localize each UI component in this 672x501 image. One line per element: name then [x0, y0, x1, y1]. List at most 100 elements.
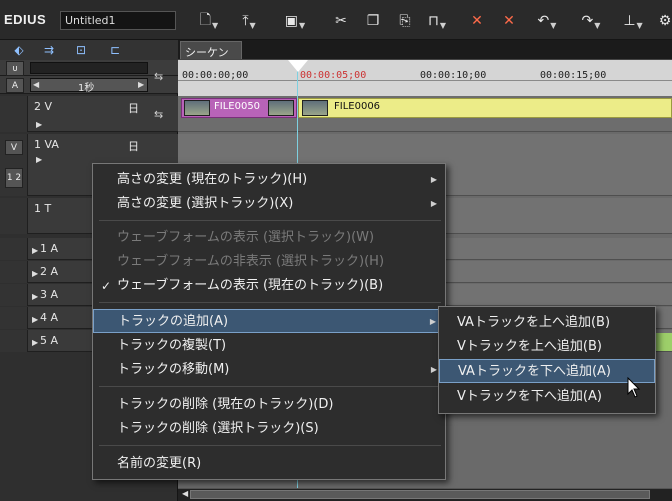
submenu-add-va-below[interactable]: VAトラックを下へ追加(A)	[439, 359, 655, 383]
track-2a-name: 2 A	[40, 265, 59, 278]
menu-rename[interactable]: 名前の変更(R)	[93, 452, 445, 476]
submenu-arrow-icon: ▶	[430, 175, 437, 184]
track-2v-name: 2 V	[34, 100, 53, 113]
track-3a-side	[0, 284, 28, 306]
add-track-submenu: VAトラックを上へ追加(B) Vトラックを上へ追加(B) VAトラックを下へ追加…	[438, 306, 656, 414]
group-icon[interactable]: ⊏	[104, 42, 126, 58]
open-icon[interactable]: ⤒ ▼	[236, 10, 262, 32]
submenu-add-v-below[interactable]: Vトラックを下へ追加(A)	[439, 385, 655, 409]
delete-out-icon[interactable]: ✕	[496, 10, 522, 32]
paste-icon[interactable]: ⎘	[392, 10, 418, 32]
app-logo: EDIUS	[4, 12, 47, 27]
menu-delete-current-label: トラックの削除 (現在のトラック)(D)	[117, 397, 334, 412]
clip-1-thumb-in	[184, 100, 210, 116]
menu-separator	[99, 302, 441, 303]
track-1a-expand-icon[interactable]: ▶	[32, 246, 38, 255]
clip-2-name: FILE0006	[334, 101, 381, 112]
track-5a-side	[0, 330, 28, 352]
menu-delete-selected-label: トラックの削除 (選択トラック)(S)	[117, 421, 319, 436]
track-2v-expand-icon[interactable]: ▶	[36, 120, 42, 129]
menu-rename-label: 名前の変更(R)	[117, 456, 202, 471]
v-lock-icon[interactable]: ᴜ	[6, 61, 24, 76]
menu-waveform-show-current[interactable]: ✓ ウェーブフォームの表示 (現在のトラック)(B)	[93, 274, 445, 298]
menu-waveform-show-current-label: ウェーブフォームの表示 (現在のトラック)(B)	[117, 278, 384, 293]
redo-icon[interactable]: ↷ ▼	[578, 10, 604, 32]
submenu-arrow-icon: ▶	[429, 317, 436, 326]
track-1va-name: 1 VA	[34, 138, 59, 151]
submenu-add-va-below-label: VAトラックを下へ追加(A)	[458, 364, 611, 379]
menu-delete-current[interactable]: トラックの削除 (現在のトラック)(D)	[93, 393, 445, 417]
menu-waveform-hide-selected-label: ウェーブフォームの非表示 (選択トラック)(H)	[117, 254, 385, 269]
track-1va-a-icon[interactable]: 1 2	[5, 168, 23, 188]
track-context-menu: 高さの変更 (現在のトラック)(H) ▶ 高さの変更 (選択トラック)(X) ▶…	[92, 163, 446, 480]
track-1a-name: 1 A	[40, 242, 59, 255]
marker-icon[interactable]: ⊥ ▼	[620, 10, 646, 32]
undo-icon[interactable]: ↶ ▼	[534, 10, 560, 32]
save-icon[interactable]: ▣ ▼	[282, 10, 308, 32]
zoom-label: 1秒	[78, 83, 95, 94]
sync-lock-icon[interactable]: ⬖	[8, 42, 30, 58]
menu-height-current-label: 高さの変更 (現在のトラック)(H)	[117, 172, 308, 187]
track-2v-swap-icon[interactable]: ⇆	[154, 108, 163, 121]
menu-separator	[99, 386, 441, 387]
swap-icon[interactable]: ⇆	[154, 70, 163, 83]
delete-in-icon[interactable]: ✕	[464, 10, 490, 32]
track-3a-expand-icon[interactable]: ▶	[32, 292, 38, 301]
clip-2-thumb-in	[302, 100, 328, 116]
sequence-tab-bar	[178, 40, 672, 60]
track-3a-name: 3 A	[40, 288, 59, 301]
submenu-add-v-below-label: Vトラックを下へ追加(A)	[457, 389, 602, 404]
clip-1-name: FILE0050	[214, 101, 261, 112]
settings-icon[interactable]: ⚙	[652, 10, 672, 32]
menu-separator	[99, 445, 441, 446]
menu-height-selected[interactable]: 高さの変更 (選択トラック)(X) ▶	[93, 192, 445, 216]
menu-waveform-show-selected-label: ウェーブフォームの表示 (選択トラック)(W)	[117, 230, 375, 245]
mouse-cursor-icon	[627, 377, 641, 398]
menu-add-track-label: トラックの追加(A)	[118, 314, 229, 329]
link-icon[interactable]: ⊓ ▼	[424, 10, 450, 32]
submenu-arrow-icon: ▶	[430, 199, 437, 208]
menu-delete-selected[interactable]: トラックの削除 (選択トラック)(S)	[93, 417, 445, 441]
track-1t-side	[0, 198, 28, 234]
track-2a-side	[0, 261, 28, 283]
track-1va-expand-icon[interactable]: ▶	[36, 155, 42, 164]
track-4a-name: 4 A	[40, 311, 59, 324]
zoom-slider[interactable]	[30, 62, 148, 74]
menu-add-track[interactable]: トラックの追加(A) ▶	[93, 309, 445, 333]
track-1va-v-icon[interactable]: V	[5, 140, 23, 155]
mix-icon[interactable]: ⊡	[70, 42, 92, 58]
new-icon[interactable]: 🗋 ▼	[196, 10, 222, 32]
track-1a-side	[0, 238, 28, 260]
submenu-add-va-above-label: VAトラックを上へ追加(B)	[457, 315, 611, 330]
tab-sequence-1[interactable]: シーケンス1	[180, 41, 242, 75]
menu-duplicate-track[interactable]: トラックの複製(T)	[93, 334, 445, 358]
menu-height-selected-label: 高さの変更 (選択トラック)(X)	[117, 196, 294, 211]
zoom-right-icon[interactable]: ▶	[138, 80, 144, 89]
playhead-marker-icon[interactable]	[288, 60, 308, 72]
track-5a-name: 5 A	[40, 334, 59, 347]
track-4a-expand-icon[interactable]: ▶	[32, 315, 38, 324]
track-1va-aux: 日	[128, 140, 139, 153]
project-name-field[interactable]: Untitled1	[60, 11, 176, 30]
scroll-thumb[interactable]	[190, 490, 650, 499]
track-5a-expand-icon[interactable]: ▶	[32, 338, 38, 347]
menu-move-track-label: トラックの移動(M)	[117, 362, 230, 377]
zoom-left-icon[interactable]: ◀	[33, 80, 39, 89]
track-2v-side	[0, 96, 28, 132]
track-1t-name: 1 T	[34, 202, 52, 215]
track-2a-expand-icon[interactable]: ▶	[32, 269, 38, 278]
a-lock-icon[interactable]: A	[6, 78, 24, 93]
submenu-add-v-above-label: Vトラックを上へ追加(B)	[457, 339, 602, 354]
submenu-arrow-icon: ▶	[430, 365, 437, 374]
menu-height-current[interactable]: 高さの変更 (現在のトラック)(H) ▶	[93, 168, 445, 192]
clip-1-thumb-out	[268, 100, 294, 116]
menu-move-track[interactable]: トラックの移動(M) ▶	[93, 358, 445, 382]
ruler-ticks	[178, 80, 672, 81]
ripple-icon[interactable]: ⇉	[38, 42, 60, 58]
menu-waveform-hide-selected: ウェーブフォームの非表示 (選択トラック)(H)	[93, 250, 445, 274]
copy-icon[interactable]: ❐	[360, 10, 386, 32]
scroll-left-icon[interactable]: ◀	[182, 489, 188, 498]
submenu-add-v-above[interactable]: Vトラックを上へ追加(B)	[439, 335, 655, 359]
submenu-add-va-above[interactable]: VAトラックを上へ追加(B)	[439, 311, 655, 335]
cut-icon[interactable]: ✂	[328, 10, 354, 32]
